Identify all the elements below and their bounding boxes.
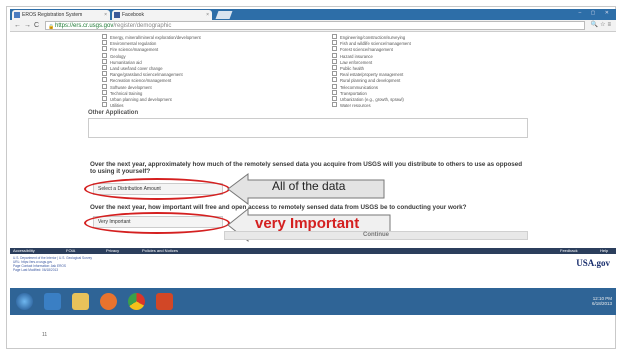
highlight-oval-importance	[84, 212, 230, 234]
url-host: https://ers.cr.usgs.gov	[55, 23, 114, 29]
url-path: /register/demographic	[113, 23, 172, 29]
lock-icon: 🔒	[48, 24, 55, 30]
checkbox[interactable]	[102, 40, 107, 46]
eros-favicon-icon	[14, 12, 20, 18]
application-option-label: Hazard insurance	[340, 53, 373, 59]
other-application-input[interactable]	[88, 118, 528, 138]
forward-icon[interactable]: →	[24, 20, 31, 31]
checkbox[interactable]	[102, 89, 107, 95]
new-tab-button[interactable]	[215, 11, 233, 19]
checkbox[interactable]	[332, 83, 337, 89]
tab-eros[interactable]: EROS Registration System ×	[12, 10, 110, 20]
media-player-icon[interactable]	[100, 293, 117, 310]
checkbox[interactable]	[102, 46, 107, 52]
other-application-label: Other Application	[88, 110, 139, 116]
tab-label: EROS Registration System	[22, 12, 83, 18]
close-icon[interactable]: ×	[104, 10, 107, 20]
start-button-icon[interactable]	[16, 293, 33, 310]
checkbox[interactable]	[332, 46, 337, 52]
slide-number: 11	[42, 332, 48, 338]
footer-info: U.S. Department of the Interior | U.S. G…	[10, 254, 616, 288]
explorer-folder-icon[interactable]	[72, 293, 89, 310]
checkbox[interactable]	[332, 102, 337, 108]
application-option[interactable]: Utilities	[102, 102, 201, 108]
reload-icon[interactable]: C	[34, 20, 39, 31]
checkbox[interactable]	[102, 52, 107, 58]
demographic-page: Energy, mineral/mineral exploration/deve…	[10, 32, 616, 248]
checkbox[interactable]	[332, 52, 337, 58]
ie-icon[interactable]	[44, 293, 61, 310]
application-option-label: Rural planning and development	[340, 78, 401, 84]
back-icon[interactable]: ←	[14, 20, 21, 31]
checkbox[interactable]	[332, 34, 337, 39]
checkbox[interactable]	[102, 71, 107, 77]
checkbox[interactable]	[102, 77, 107, 83]
usa-gov-logo[interactable]: USA.gov	[576, 258, 610, 268]
checkbox[interactable]	[332, 58, 337, 64]
application-option-label: Telecommunications	[340, 84, 378, 90]
checkbox[interactable]	[102, 58, 107, 64]
checkbox[interactable]	[332, 71, 337, 77]
screenshot: EROS Registration System × Facebook × – …	[10, 9, 616, 315]
checkbox[interactable]	[332, 77, 337, 83]
tab-facebook[interactable]: Facebook ×	[112, 10, 212, 20]
windows-taskbar: 12:10 PM 6/18/2013	[10, 288, 616, 315]
window-controls[interactable]: – ▢ ✕	[579, 10, 613, 16]
close-icon[interactable]: ×	[206, 10, 209, 20]
checkbox[interactable]	[102, 83, 107, 89]
browser-tools[interactable]: 🔍☆≡	[591, 20, 613, 31]
checkbox[interactable]	[102, 102, 107, 108]
tab-label: Facebook	[122, 12, 144, 18]
application-option-label: Geology	[110, 53, 126, 59]
callout-very-important: very Important	[255, 215, 360, 232]
application-option-label: Utilities	[110, 103, 124, 109]
checkbox[interactable]	[332, 96, 337, 102]
continue-button[interactable]: Continue	[224, 231, 528, 240]
slide: EROS Registration System × Facebook × – …	[0, 0, 627, 352]
application-option-label: Forest science/management	[340, 47, 393, 53]
checkbox[interactable]	[332, 65, 337, 71]
callout-all-of-the-data: All of the data	[272, 179, 346, 193]
applications-right-column: Engineering/construction/surveying Fish a…	[332, 34, 411, 108]
checkbox[interactable]	[102, 96, 107, 102]
checkbox[interactable]	[332, 40, 337, 46]
powerpoint-icon[interactable]	[156, 293, 173, 310]
facebook-favicon-icon	[114, 12, 120, 18]
application-option[interactable]: Rural planning and development	[332, 77, 411, 83]
checkbox[interactable]	[102, 65, 107, 71]
address-bar-row: ← → C 🔒 https://ers.cr.usgs.gov/register…	[10, 20, 616, 32]
application-option-label: Recreation science/management	[110, 78, 172, 84]
clock-date: 6/18/2013	[591, 301, 612, 306]
application-option-label: Fire science/management	[110, 47, 159, 53]
footer-line-modified: Page Last Modified: 06/18/2013	[13, 268, 59, 272]
url-field[interactable]: 🔒 https://ers.cr.usgs.gov/register/demog…	[45, 21, 585, 30]
application-option[interactable]: Water resources	[332, 102, 411, 108]
application-option-label: Water resources	[340, 103, 371, 109]
checkbox[interactable]	[332, 89, 337, 95]
application-option-label: Software development	[110, 84, 152, 90]
applications-left-column: Energy, mineral/mineral exploration/deve…	[102, 34, 201, 108]
highlight-oval-distribution	[84, 178, 230, 200]
checkbox[interactable]	[102, 34, 107, 39]
browser-tab-bar: EROS Registration System × Facebook × – …	[10, 9, 616, 20]
chrome-icon[interactable]	[128, 293, 145, 310]
system-tray[interactable]: 12:10 PM 6/18/2013	[592, 296, 612, 306]
